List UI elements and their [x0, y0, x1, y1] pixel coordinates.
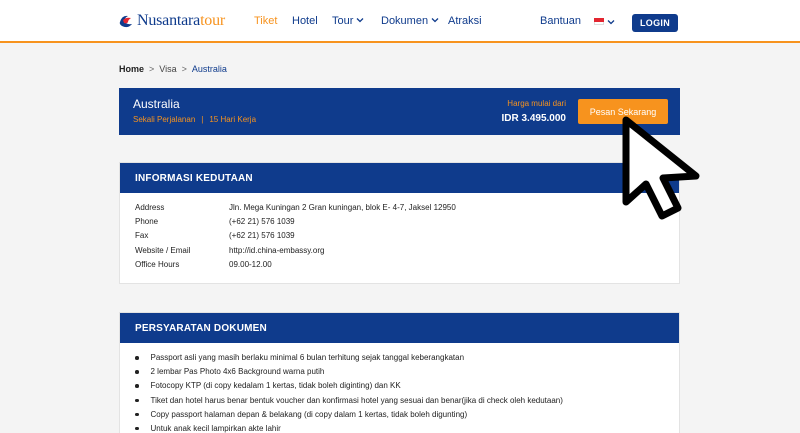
- breadcrumb-visa[interactable]: Visa: [159, 64, 176, 74]
- document-requirements-heading: PERSYARATAN DOKUMEN: [120, 313, 679, 343]
- embassy-info-heading: INFORMASI KEDUTAAN: [120, 163, 679, 193]
- document-requirements-card: PERSYARATAN DOKUMEN Passport asli yang m…: [119, 312, 680, 433]
- breadcrumb-separator: >: [149, 64, 155, 74]
- list-item: Passport asli yang masih berlaku minimal…: [135, 353, 563, 367]
- nav-bantuan[interactable]: Bantuan: [540, 15, 581, 27]
- chevron-down-icon[interactable]: [607, 18, 615, 26]
- logo-text: Nusantaratour: [137, 12, 226, 29]
- info-row-office-hours: Office Hours 09.00-12.00: [135, 259, 272, 269]
- breadcrumb-home[interactable]: Home: [119, 64, 144, 74]
- list-item: Untuk anak kecil lampirkan akte lahir: [135, 424, 563, 433]
- login-button[interactable]: LOGIN: [632, 14, 678, 32]
- breadcrumb-separator: >: [181, 64, 187, 74]
- breadcrumb: Home > Visa > Australia: [119, 64, 227, 74]
- embassy-info-card: INFORMASI KEDUTAAN Address Jln. Mega Kuni…: [119, 162, 680, 284]
- top-navbar: Nusantaratour Tiket Hotel Tour Dokumen A…: [0, 0, 800, 43]
- mouse-pointer-icon: [622, 116, 700, 220]
- list-item: 2 lembar Pas Photo 4x6 Background warna …: [135, 367, 563, 381]
- info-row-phone: Phone (+62 21) 576 1039: [135, 217, 295, 227]
- nav-atraksi[interactable]: Atraksi: [448, 15, 482, 27]
- nav-tiket[interactable]: Tiket: [254, 15, 277, 27]
- visa-summary-banner: Australia Sekali Perjalanan | 15 Hari Kerj…: [119, 88, 680, 135]
- nav-tour[interactable]: Tour: [332, 15, 364, 27]
- chevron-down-icon: [431, 18, 439, 23]
- website-link[interactable]: http://id.china-embassy.org: [229, 246, 324, 260]
- list-item: Fotocopy KTP (di copy kedalam 1 kertas, …: [135, 381, 563, 395]
- info-row-fax: Fax (+62 21) 576 1039: [135, 231, 295, 241]
- list-item: Tiket dan hotel harus benar bentuk vouch…: [135, 396, 563, 410]
- embassy-info-table: Address Jln. Mega Kuningan 2 Gran kuninga…: [135, 203, 456, 274]
- site-logo[interactable]: Nusantaratour: [118, 12, 225, 30]
- indonesia-flag-icon[interactable]: [594, 18, 604, 25]
- page-title: Australia: [133, 97, 180, 111]
- info-row-address: Address Jln. Mega Kuningan 2 Gran kuninga…: [135, 203, 456, 212]
- requirements-list: Passport asli yang masih berlaku minimal…: [135, 353, 563, 433]
- price-value: IDR 3.495.000: [501, 113, 567, 124]
- breadcrumb-current: Australia: [191, 64, 227, 74]
- nav-dokumen[interactable]: Dokumen: [381, 15, 439, 27]
- info-row-website: Website / Email http://id.china-embassy.o…: [135, 246, 456, 260]
- chevron-down-icon: [356, 18, 364, 23]
- visa-details: Sekali Perjalanan | 15 Hari Kerja: [133, 115, 257, 124]
- price-label: Harga mulai dari: [507, 99, 566, 108]
- list-item: Copy passport halaman depan & belakang (…: [135, 410, 563, 424]
- nav-hotel[interactable]: Hotel: [292, 15, 318, 27]
- logo-mark-icon: [119, 15, 132, 28]
